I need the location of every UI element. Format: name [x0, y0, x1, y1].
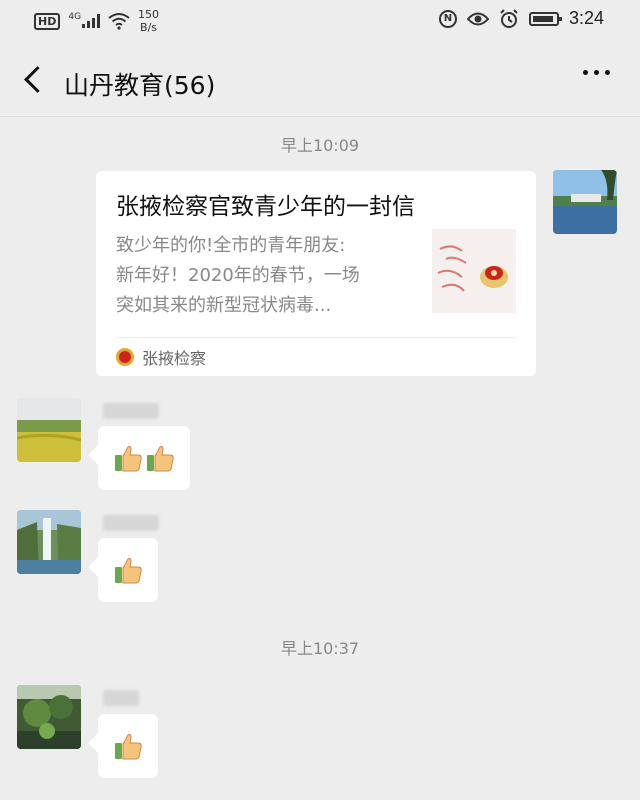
member-nickname-blurred: [103, 403, 159, 419]
nfc-icon: N: [438, 9, 457, 28]
member-avatar[interactable]: [17, 685, 81, 749]
article-source-label: 张掖检察: [142, 349, 207, 368]
procuratorate-emblem-icon: [116, 348, 134, 366]
speed-unit: B/s: [140, 21, 158, 34]
message-bubble[interactable]: [98, 714, 158, 778]
article-desc-line: 突如其来的新型冠状病毒...: [116, 295, 332, 316]
chat-title: 山丹教育(56): [64, 71, 216, 100]
signal-icon: 4G: [68, 12, 101, 28]
member-avatar[interactable]: [17, 510, 81, 574]
thumbs-up-icon: [147, 445, 174, 472]
article-thumbnail: [432, 229, 516, 313]
status-right: N 3:24: [438, 8, 604, 29]
thumbs-up-icon: [115, 557, 142, 584]
network-speed: 150 B/s: [138, 8, 159, 34]
eye-icon: [466, 12, 489, 25]
more-options-button[interactable]: [583, 70, 610, 75]
alarm-icon: [500, 8, 518, 28]
speed-value: 150: [138, 8, 160, 21]
thumbs-up-icon: [115, 445, 142, 472]
article-source: 张掖检察: [116, 345, 206, 369]
own-avatar[interactable]: [553, 170, 617, 234]
article-card-message[interactable]: 张掖检察官致青少年的一封信 致少年的你!全市的青年朋友: 新年好！2020年的春…: [96, 171, 536, 376]
card-divider: [116, 337, 516, 338]
clock: 3:24: [568, 8, 604, 28]
battery-icon: [528, 11, 562, 26]
message-timestamp: 早上10:09: [280, 136, 360, 155]
field-avatar-image: [17, 398, 81, 462]
message-bubble[interactable]: [98, 426, 190, 490]
back-button[interactable]: [20, 64, 50, 98]
waterfall-avatar-image: [17, 510, 81, 574]
thumbs-up-icon: [115, 733, 142, 760]
status-bar: HD 4G 150 B/s N 3:24: [0, 0, 640, 42]
article-description: 致少年的你!全市的青年朋友: 新年好！2020年的春节，一场 突如其来的新型冠状…: [116, 231, 416, 321]
message-timestamp: 早上10:37: [280, 639, 360, 658]
network-type: 4G: [68, 12, 82, 22]
hd-icon: HD: [34, 12, 61, 30]
member-nickname-blurred: [103, 515, 159, 531]
chat-header: 山丹教育(56): [0, 48, 640, 117]
article-desc-line: 新年好！2020年的春节，一场: [116, 265, 360, 286]
member-nickname-blurred: [103, 690, 139, 706]
lake-avatar-image: [553, 170, 617, 234]
more-dots-icon: [583, 70, 588, 75]
article-title: 张掖检察官致青少年的一封信: [116, 194, 415, 220]
article-desc-line: 致少年的你!全市的青年朋友:: [116, 235, 346, 256]
status-left: HD 4G 150 B/s: [34, 8, 159, 34]
message-bubble[interactable]: [98, 538, 158, 602]
wifi-icon: [108, 13, 130, 30]
garden-avatar-image: [17, 685, 81, 749]
member-avatar[interactable]: [17, 398, 81, 462]
